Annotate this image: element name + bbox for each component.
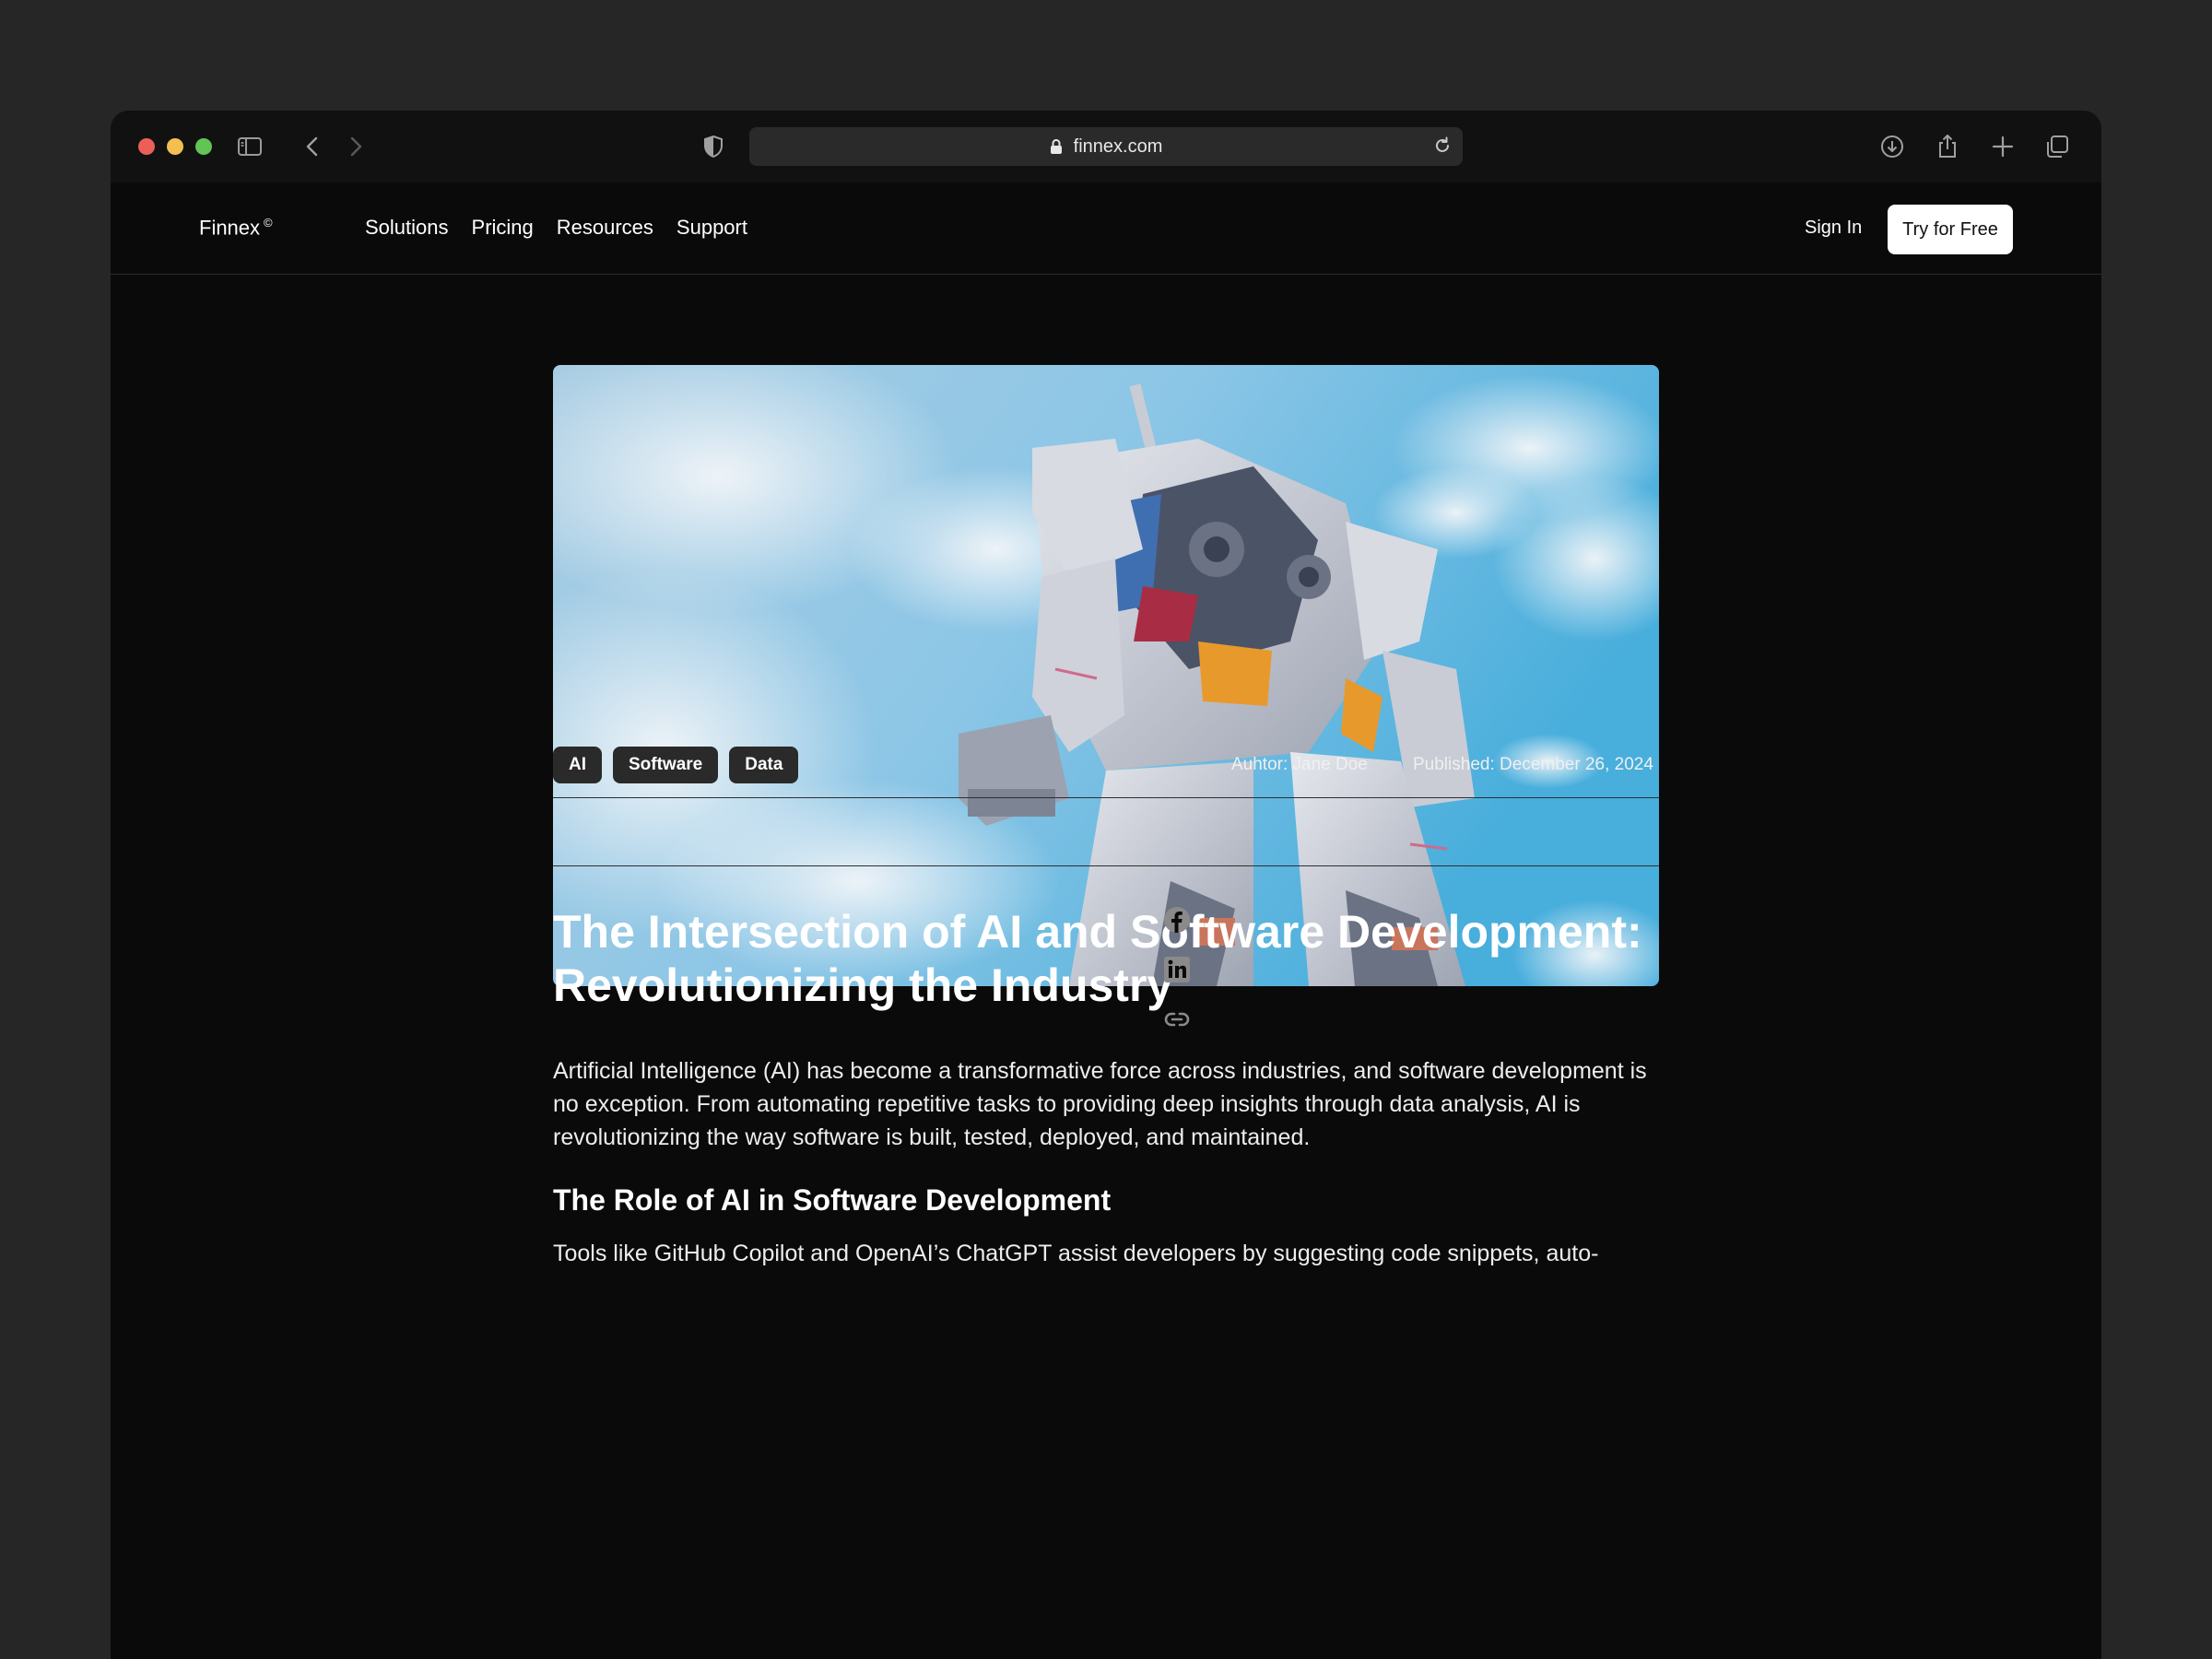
lock-icon (1050, 138, 1063, 155)
logo-text: Finnex (199, 216, 261, 240)
share-icon[interactable] (1932, 131, 1963, 162)
tag-software[interactable]: Software (613, 747, 719, 783)
try-for-free-button[interactable]: Try for Free (1888, 205, 2013, 254)
main-nav: Solutions Pricing Resources Support (365, 216, 747, 240)
browser-window: finnex.com Finnex © Solutions Pricing Res… (111, 111, 2101, 1659)
new-tab-icon[interactable] (1987, 131, 2018, 162)
published-date: Published: December 26, 2024 (1413, 755, 1653, 774)
hero-image (553, 365, 1659, 986)
article-lead-paragraph: Artificial Intelligence (AI) has become … (553, 1058, 1647, 1150)
divider-top (553, 797, 1659, 798)
sign-in-link[interactable]: Sign In (1805, 218, 1862, 239)
address-bar[interactable]: finnex.com (749, 127, 1463, 166)
site-logo[interactable]: Finnex © (199, 216, 273, 240)
shield-icon[interactable] (698, 131, 729, 162)
share-links (1161, 905, 1193, 1034)
nav-link-solutions[interactable]: Solutions (365, 216, 449, 240)
minimize-window-button[interactable] (167, 138, 183, 155)
article-title: The Intersection of AI and Software Deve… (553, 905, 1677, 1012)
author-text: Auhtor: Jane Doe (1231, 755, 1368, 774)
tag-data[interactable]: Data (729, 747, 799, 783)
window-controls (138, 138, 212, 155)
sidebar-icon[interactable] (234, 131, 265, 162)
nav-link-support[interactable]: Support (677, 216, 747, 240)
browser-toolbar: finnex.com (111, 111, 2101, 182)
back-icon[interactable] (297, 131, 328, 162)
forward-icon[interactable] (340, 131, 371, 162)
tag-list: AI Software Data (553, 747, 799, 783)
linkedin-icon[interactable] (1161, 955, 1193, 984)
maximize-window-button[interactable] (195, 138, 212, 155)
facebook-icon[interactable] (1161, 905, 1193, 935)
nav-link-resources[interactable]: Resources (557, 216, 653, 240)
download-icon[interactable] (1877, 131, 1908, 162)
article-title-line2: Revolutionizing the Industry (553, 959, 1173, 1011)
site-header: Finnex © Solutions Pricing Resources Supp… (111, 182, 2101, 275)
nav-link-pricing[interactable]: Pricing (472, 216, 534, 240)
tag-ai[interactable]: AI (553, 747, 602, 783)
divider-bottom (553, 865, 1659, 866)
close-window-button[interactable] (138, 138, 155, 155)
logo-mark: © (264, 216, 273, 229)
article-title-line1: The Intersection of AI and Software Deve… (553, 906, 1642, 958)
section-heading: The Role of AI in Software Development (553, 1183, 1112, 1217)
section-paragraph: Tools like GitHub Copilot and OpenAI’s C… (553, 1241, 1599, 1266)
link-icon[interactable] (1161, 1005, 1193, 1034)
tabs-overview-icon[interactable] (2041, 131, 2073, 162)
reload-icon[interactable] (1431, 135, 1453, 157)
url-text: finnex.com (1073, 135, 1163, 157)
